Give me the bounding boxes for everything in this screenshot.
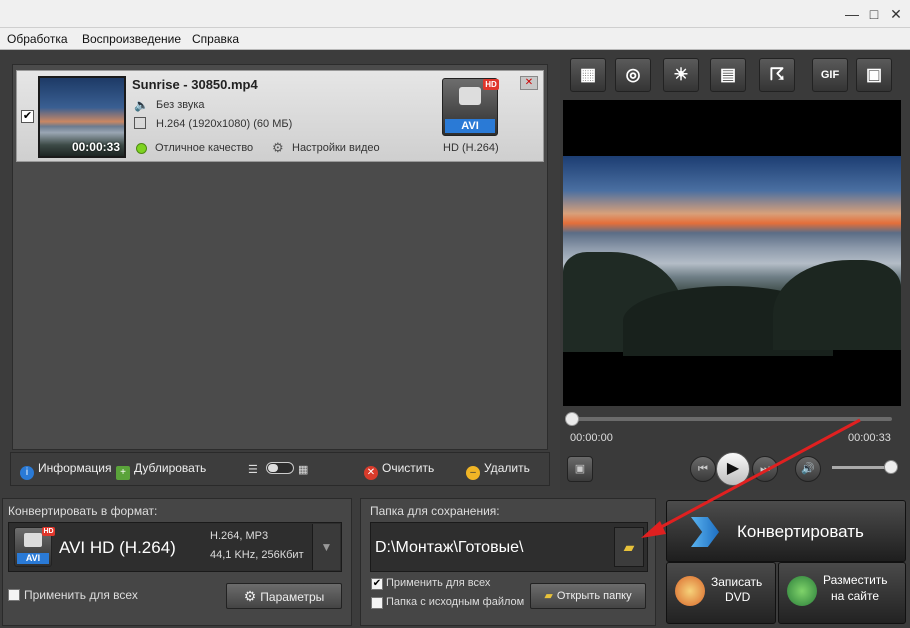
grid-view-icon[interactable]: ▦ bbox=[298, 463, 308, 476]
params-label: Параметры bbox=[260, 590, 325, 604]
duplicate-label: Дублировать bbox=[134, 461, 207, 475]
seek-handle[interactable] bbox=[565, 412, 579, 426]
speaker-icon: 🔈 bbox=[134, 98, 149, 112]
maximize-icon[interactable]: □ bbox=[864, 4, 884, 24]
quality-icon bbox=[136, 143, 147, 154]
film-icon bbox=[134, 117, 146, 129]
burn-dvd-button[interactable]: Записать DVD bbox=[666, 562, 776, 624]
format-codec-line1: H.264, MP3 bbox=[210, 530, 269, 542]
menu-item-help[interactable]: Справка bbox=[192, 32, 239, 46]
convert-button[interactable]: Конвертировать bbox=[666, 500, 906, 562]
close-icon[interactable]: ✕ bbox=[886, 4, 906, 24]
view-toggle[interactable] bbox=[266, 462, 294, 474]
gif-icon[interactable]: GIF bbox=[812, 58, 848, 92]
hill-shape bbox=[773, 260, 901, 350]
file-duration: 00:00:33 bbox=[71, 140, 120, 154]
brightness-icon[interactable]: ☀ bbox=[663, 58, 699, 92]
delete-icon: – bbox=[466, 466, 480, 480]
clear-label: Очистить bbox=[382, 461, 435, 475]
format-label: Конвертировать в формат: bbox=[8, 504, 158, 518]
video-frame bbox=[563, 156, 901, 356]
title-bar: — □ ✕ bbox=[0, 0, 910, 28]
menu-item-processing[interactable]: Обработка bbox=[7, 32, 68, 46]
menu-item-playback[interactable]: Воспроизведение bbox=[82, 32, 181, 46]
folder-browse-icon[interactable]: ▰ bbox=[614, 527, 644, 567]
effects-icon[interactable]: ◎ bbox=[615, 58, 651, 92]
format-codec: HD (H.264) bbox=[443, 142, 499, 154]
folder-label: Папка для сохранения: bbox=[370, 504, 500, 518]
delete-button[interactable]: – Удалить bbox=[466, 461, 530, 480]
convert-label: Конвертировать bbox=[737, 522, 864, 541]
volume-slider[interactable] bbox=[832, 466, 892, 469]
info-button[interactable]: i Информация bbox=[20, 461, 111, 480]
file-quality[interactable]: Отличное качество bbox=[155, 142, 253, 154]
format-selector-badge-label: AVI bbox=[17, 553, 49, 564]
convert-arrow-icon bbox=[691, 517, 719, 547]
format-apply-all-checkbox[interactable] bbox=[8, 589, 20, 601]
camera-icon bbox=[24, 533, 42, 547]
delete-label: Удалить bbox=[484, 461, 530, 475]
folder-apply-all-label: Применить для всех bbox=[386, 577, 491, 589]
view-toggle-knob bbox=[268, 464, 278, 472]
dvd-icon bbox=[675, 576, 705, 606]
open-folder-button[interactable]: ▰ Открыть папку bbox=[530, 583, 646, 609]
publish-label-2: на сайте bbox=[831, 589, 880, 603]
format-badge-label: AVI bbox=[445, 119, 495, 133]
folder-apply-all-checkbox[interactable]: ✔ bbox=[371, 578, 383, 590]
format-codec-line2: 44,1 KHz, 256Кбит bbox=[210, 549, 304, 561]
minimize-icon[interactable]: — bbox=[842, 4, 862, 24]
duplicate-icon: + bbox=[116, 466, 130, 480]
remove-file-icon[interactable]: ✕ bbox=[520, 76, 538, 90]
clear-button[interactable]: ✕ Очистить bbox=[364, 461, 434, 480]
speed-icon[interactable]: ☈ bbox=[759, 58, 795, 92]
camera-icon bbox=[459, 87, 481, 105]
prev-icon[interactable]: ⏮ bbox=[690, 456, 716, 482]
volume-icon[interactable]: 🔊 bbox=[795, 456, 821, 482]
globe-icon bbox=[787, 576, 817, 606]
seek-bar[interactable] bbox=[570, 417, 892, 421]
params-button[interactable]: ⚙ Параметры bbox=[226, 583, 342, 609]
file-audio: Без звука bbox=[156, 99, 205, 111]
fullscreen-icon[interactable]: ▣ bbox=[856, 58, 892, 92]
info-label: Информация bbox=[38, 461, 112, 475]
folder-path[interactable]: D:\Монтаж\Готовые\ bbox=[375, 539, 523, 557]
format-hd-badge: HD bbox=[42, 527, 55, 536]
menu-bar: Обработка Воспроизведение Справка bbox=[0, 28, 910, 50]
source-folder-checkbox[interactable] bbox=[371, 597, 383, 609]
snapshot-icon[interactable]: ▣ bbox=[567, 456, 593, 482]
time-total: 00:00:33 bbox=[848, 432, 891, 444]
trim-icon[interactable]: ▤ bbox=[710, 58, 746, 92]
gear-icon: ⚙ bbox=[272, 140, 284, 155]
chevron-down-icon[interactable]: ▼ bbox=[312, 524, 340, 570]
publish-label-1: Разместить bbox=[823, 573, 888, 587]
volume-handle[interactable] bbox=[884, 460, 898, 474]
hd-badge: HD bbox=[483, 79, 499, 90]
next-icon[interactable]: ⏭ bbox=[752, 456, 778, 482]
format-apply-all-label: Применить для всех bbox=[24, 588, 138, 602]
gear-icon: ⚙ bbox=[243, 588, 257, 604]
list-view-icon[interactable]: ☰ bbox=[248, 463, 258, 476]
time-current: 00:00:00 bbox=[570, 432, 613, 444]
file-checkbox[interactable]: ✔ bbox=[21, 110, 34, 123]
file-thumbnail[interactable]: 00:00:33 bbox=[38, 76, 126, 158]
clear-icon: ✕ bbox=[364, 466, 378, 480]
open-folder-label: Открыть папку bbox=[556, 590, 632, 602]
file-name: Sunrise - 30850.mp4 bbox=[132, 77, 258, 92]
publish-button[interactable]: Разместить на сайте bbox=[778, 562, 906, 624]
info-icon: i bbox=[20, 466, 34, 480]
duplicate-button[interactable]: + Дублировать bbox=[116, 461, 206, 480]
burn-label-2: DVD bbox=[725, 590, 751, 604]
play-button[interactable]: ▶ bbox=[716, 452, 750, 486]
video-settings-link[interactable]: Настройки видео bbox=[292, 142, 380, 154]
folder-icon: ▰ bbox=[544, 590, 553, 602]
file-video-info: H.264 (1920x1080) (60 МБ) bbox=[156, 118, 293, 130]
source-folder-label: Папка с исходным файлом bbox=[386, 596, 525, 608]
format-name: AVI HD (H.264) bbox=[59, 538, 176, 557]
burn-label-1: Записать bbox=[711, 575, 763, 589]
crop-icon[interactable]: ▦ bbox=[570, 58, 606, 92]
